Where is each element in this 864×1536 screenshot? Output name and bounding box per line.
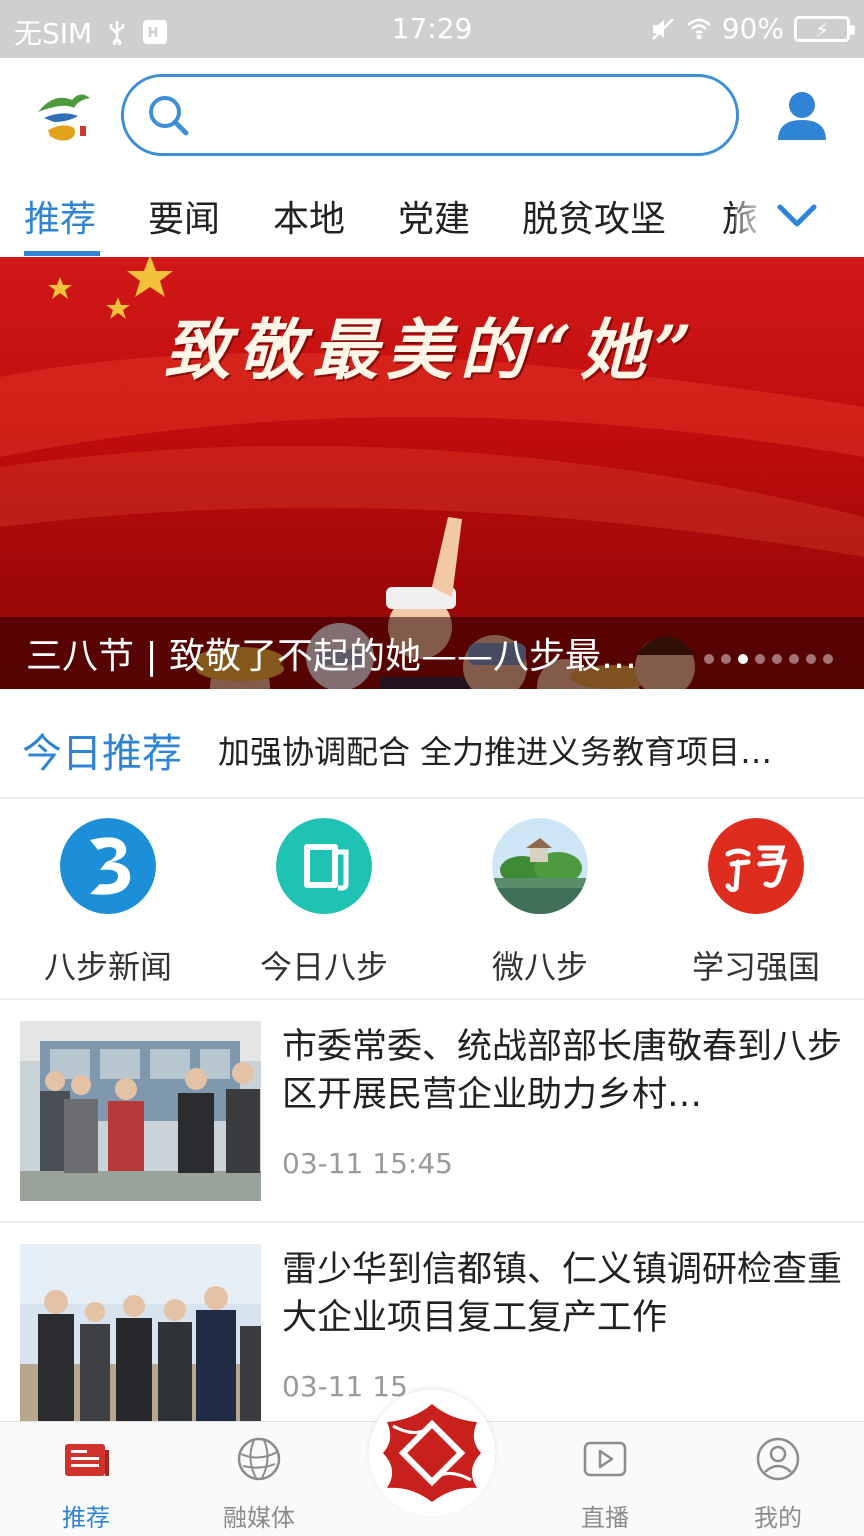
search-input[interactable] <box>204 89 704 141</box>
carousel-dot[interactable] <box>789 654 799 664</box>
battery-percent: 90% <box>721 12 784 45</box>
news-title[interactable]: 市委常委、统战部部长唐敬春到八步区开展民营企业助力乡村… <box>282 1023 842 1119</box>
quick-link-label: 今日八步 <box>259 948 388 986</box>
news-icon <box>65 1444 109 1476</box>
nav-label: 直播 <box>581 1504 629 1532</box>
center-logo-icon <box>383 1404 481 1502</box>
center-home-button[interactable] <box>369 1390 495 1516</box>
carousel-dot[interactable] <box>721 654 731 664</box>
quick-link-xuexi[interactable]: 学习强国 <box>648 818 864 988</box>
quick-link-today-babu[interactable]: 今日八步 <box>216 818 432 988</box>
tab-local[interactable]: 本地 <box>273 190 345 242</box>
quick-link-babu-news[interactable]: 八步新闻 <box>0 818 216 988</box>
nav-label: 我的 <box>754 1504 802 1532</box>
news-title[interactable]: 雷少华到信都镇、仁义镇调研检查重大企业项目复工复产工作 <box>282 1246 842 1342</box>
search-icon[interactable] <box>144 91 192 139</box>
nav-label: 融媒体 <box>223 1504 295 1532</box>
quick-link-label: 八步新闻 <box>43 948 172 986</box>
quick-links: 八步新闻 今日八步 微八步 学习强国 <box>0 800 864 1000</box>
app-header <box>0 58 864 178</box>
carousel-dot[interactable] <box>823 654 833 664</box>
carousel-dot[interactable] <box>772 654 782 664</box>
search-bar[interactable] <box>121 74 739 156</box>
user-icon[interactable] <box>774 88 830 144</box>
news-thumbnail <box>20 1021 261 1201</box>
news-time: 03-11 15:45 <box>282 1147 453 1180</box>
tab-poverty[interactable]: 脱贫攻坚 <box>522 190 666 242</box>
tab-active-indicator <box>24 251 100 256</box>
nav-live[interactable]: 直播 <box>545 1434 665 1533</box>
play-icon <box>583 1441 627 1477</box>
newspaper-icon <box>276 818 372 914</box>
banner-caption[interactable]: 三八节 | 致敬了不起的她——八步最… <box>26 627 706 679</box>
today-recommend-bar[interactable]: 今日推荐 加强协调配合 全力推进义务教育项目… <box>0 689 864 799</box>
today-recommend-headline[interactable]: 加强协调配合 全力推进义务教育项目… <box>218 727 808 773</box>
quick-link-label: 学习强国 <box>691 948 820 986</box>
globe-icon <box>237 1437 281 1481</box>
quick-link-label: 微八步 <box>491 948 588 986</box>
quick-link-wei-babu[interactable]: 微八步 <box>432 818 648 988</box>
nav-mine[interactable]: 我的 <box>718 1434 838 1533</box>
news-time: 03-11 15 <box>282 1370 408 1403</box>
banner-carousel[interactable]: 致敬最美的“她” 三八节 | 致敬了不起的她——八步最… <box>0 257 864 689</box>
news-item[interactable]: 市委常委、统战部部长唐敬春到八步区开展民营企业助力乡村… 03-11 15:45 <box>0 1001 864 1223</box>
mute-icon <box>651 17 674 40</box>
nav-media[interactable]: 融媒体 <box>199 1434 319 1533</box>
tab-headlines[interactable]: 要闻 <box>148 190 220 242</box>
news-thumbnail <box>20 1244 261 1424</box>
carousel-indicator <box>704 654 833 666</box>
app-logo-icon[interactable] <box>34 86 94 144</box>
today-recommend-label: 今日推荐 <box>22 731 182 777</box>
nav-recommend[interactable]: 推荐 <box>26 1434 146 1533</box>
carousel-dot-active[interactable] <box>738 654 748 664</box>
bbu-news-icon <box>60 818 156 914</box>
profile-icon <box>756 1437 800 1481</box>
carousel-dot[interactable] <box>704 654 714 664</box>
chevron-down-icon[interactable] <box>774 194 820 238</box>
wifi-icon <box>686 18 711 39</box>
carousel-dot[interactable] <box>755 654 765 664</box>
category-tabs: 推荐 要闻 本地 党建 脱贫攻坚 旅 <box>0 178 864 258</box>
xuexi-icon <box>708 818 804 914</box>
tab-party[interactable]: 党建 <box>398 190 470 242</box>
tab-recommend[interactable]: 推荐 <box>24 190 96 242</box>
carousel-dot[interactable] <box>806 654 816 664</box>
banner-heading: 致敬最美的“她” <box>164 311 700 389</box>
battery-icon: ⚡ <box>794 15 855 42</box>
status-bar: 无SIM 17:29 90% ⚡ <box>0 0 864 58</box>
nav-label: 推荐 <box>62 1504 110 1532</box>
landscape-icon <box>492 818 588 914</box>
